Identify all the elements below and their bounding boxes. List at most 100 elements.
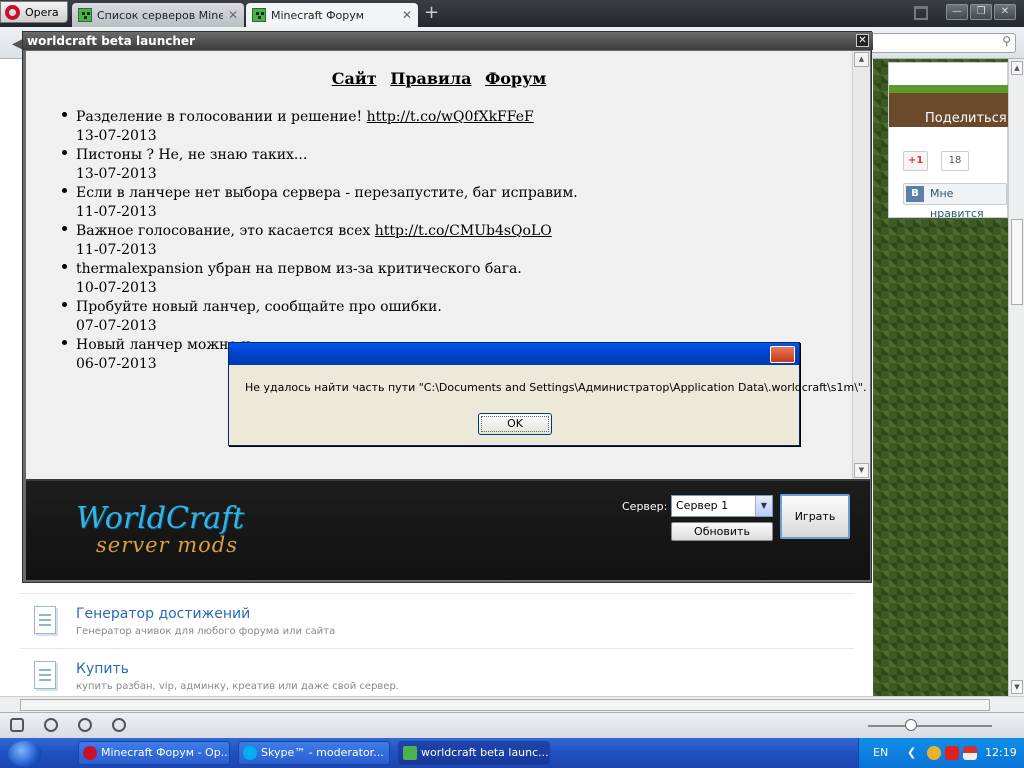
news-date: 07-07-2013 xyxy=(76,318,157,334)
scroll-up-icon[interactable]: ▲ xyxy=(1011,61,1023,75)
taskbar-button-launcher[interactable]: worldcraft beta launc... xyxy=(398,741,550,765)
page-horizontal-scrollbar[interactable] xyxy=(0,696,1024,712)
chevron-left-icon[interactable]: ❮ xyxy=(907,746,921,760)
list-item[interactable]: Купить купить разбан, vip, админку, креа… xyxy=(20,648,854,702)
tab-label: Minecraft Форум xyxy=(271,8,365,22)
restore-icon[interactable]: ❐ xyxy=(970,4,992,20)
launcher-window: worldcraft beta launcher ✕ Сайт Правила … xyxy=(22,31,873,583)
list-item[interactable]: Генератор достижений Генератор ачивок дл… xyxy=(20,593,854,647)
bullet-icon xyxy=(62,302,67,307)
bullet-icon xyxy=(62,264,67,269)
news-list: Разделение в голосовании и решение! http… xyxy=(62,108,846,374)
bullet-icon xyxy=(62,226,67,231)
panel-toggle-icon[interactable] xyxy=(10,718,24,732)
news-date: 11-07-2013 xyxy=(76,204,157,220)
news-item: thermalexpansion убран на первом из-за к… xyxy=(62,260,846,298)
document-icon xyxy=(34,661,56,689)
vk-icon: B xyxy=(906,186,924,202)
news-link[interactable]: http://t.co/CMUb4sQoLO xyxy=(375,223,552,239)
news-text: Пробуйте новый ланчер, сообщайте про оши… xyxy=(76,299,442,315)
item-title[interactable]: Генератор достижений xyxy=(76,606,250,622)
language-indicator[interactable]: EN xyxy=(873,746,888,759)
item-title[interactable]: Купить xyxy=(76,661,129,677)
share-label[interactable]: Поделиться xyxy=(925,111,1007,126)
news-text: Важное голосование, это касается всех xyxy=(76,223,375,239)
bullet-icon xyxy=(62,112,67,117)
opera-menu-button[interactable]: Opera xyxy=(0,1,68,23)
tab-server-list[interactable]: Список серверов Minecr... ✕ xyxy=(72,3,244,27)
refresh-button[interactable]: Обновить xyxy=(671,522,773,541)
cloud-icon[interactable] xyxy=(44,718,58,732)
tab-minecraft-forum[interactable]: Minecraft Форум ✕ xyxy=(246,3,418,27)
scroll-down-icon[interactable]: ▼ xyxy=(1011,680,1023,694)
news-text: thermalexpansion убран на первом из-за к… xyxy=(76,261,522,277)
bullet-icon xyxy=(62,150,67,155)
share-icon[interactable] xyxy=(78,718,92,732)
news-date: 10-07-2013 xyxy=(76,280,157,296)
tab-label: Список серверов Minecr... xyxy=(97,8,223,22)
creeper-icon xyxy=(403,746,417,760)
server-select-value: Сервер 1 xyxy=(676,499,729,512)
nav-link-forum[interactable]: Форум xyxy=(485,69,546,88)
nav-link-site[interactable]: Сайт xyxy=(332,69,377,88)
share-widget: Поделиться +1 18 B Мне нравится xyxy=(888,62,1009,220)
creeper-favicon-icon xyxy=(252,8,266,22)
zoom-slider[interactable] xyxy=(868,725,992,727)
scroll-thumb[interactable] xyxy=(20,699,990,711)
item-description: купить разбан, vip, админку, креатив или… xyxy=(76,681,399,692)
launcher-title-bar[interactable]: worldcraft beta launcher ✕ xyxy=(23,32,873,50)
launcher-title: worldcraft beta launcher xyxy=(27,34,195,48)
news-date: 11-07-2013 xyxy=(76,242,157,258)
google-plus-button[interactable]: +1 xyxy=(903,151,929,171)
worldcraft-logo-subtitle: server mods xyxy=(96,533,239,557)
tab-close-icon[interactable]: ✕ xyxy=(402,8,412,22)
system-tray: EN ❮ 12:19 xyxy=(858,738,1024,768)
search-field[interactable]: ⚲ xyxy=(868,33,1016,53)
speed-dial-icon[interactable] xyxy=(112,718,126,732)
antivirus-icon[interactable] xyxy=(945,746,959,760)
creeper-favicon-icon xyxy=(78,8,92,22)
start-button-icon[interactable] xyxy=(8,741,42,767)
launcher-footer: WorldCraft server mods Сервер: Сервер 1 … xyxy=(26,479,870,580)
play-button[interactable]: Играть xyxy=(780,494,850,539)
nav-link-rules[interactable]: Правила xyxy=(390,69,471,88)
scroll-up-icon[interactable]: ▲ xyxy=(854,52,869,67)
chrome-icon[interactable] xyxy=(927,746,941,760)
windows-taskbar: Minecraft Форум - Op... Skype™ - moderat… xyxy=(0,738,1024,768)
taskbar-button-label: worldcraft beta launc... xyxy=(421,746,549,759)
news-text: Новый ланчер можно н xyxy=(76,337,251,353)
new-tab-icon[interactable]: + xyxy=(424,4,439,22)
worldcraft-logo: WorldCraft xyxy=(76,501,245,536)
minimize-icon[interactable]: — xyxy=(946,4,968,20)
news-date: 13-07-2013 xyxy=(76,128,157,144)
vk-like-label: Мне нравится xyxy=(930,187,984,220)
page-vertical-scrollbar[interactable]: ▲ ▼ xyxy=(1008,59,1024,696)
error-dialog-title-bar[interactable] xyxy=(229,343,799,365)
scroll-thumb[interactable] xyxy=(1011,219,1023,305)
ok-button[interactable]: OK xyxy=(478,413,552,435)
taskbar-button-label: Skype™ - moderator... xyxy=(261,746,384,759)
close-icon[interactable] xyxy=(770,346,795,363)
scroll-down-icon[interactable]: ▼ xyxy=(854,463,869,478)
news-scrollbar[interactable]: ▲ ▼ xyxy=(852,51,870,479)
server-select[interactable]: Сервер 1 ▼ xyxy=(671,495,773,517)
vk-like-button[interactable]: B Мне нравится xyxy=(903,183,1007,220)
flag-icon[interactable] xyxy=(963,746,977,760)
close-icon[interactable]: ✕ xyxy=(856,34,869,47)
opera-menu-label: Opera xyxy=(25,5,59,19)
taskbar-button-skype[interactable]: Skype™ - moderator... xyxy=(238,741,390,765)
tab-close-icon[interactable]: ✕ xyxy=(228,8,238,22)
news-text: Если в ланчере нет выбора сервера - пере… xyxy=(76,185,578,201)
news-text: Разделение в голосовании и решение! xyxy=(76,109,367,125)
news-link[interactable]: http://t.co/wQ0fXkFFeF xyxy=(367,109,534,125)
zoom-slider-knob[interactable] xyxy=(905,719,917,731)
trash-icon[interactable] xyxy=(914,6,928,20)
bullet-icon xyxy=(62,188,67,193)
error-message: Не удалось найти часть пути "C:\Document… xyxy=(245,381,867,394)
close-window-icon[interactable]: ✕ xyxy=(994,4,1016,20)
chevron-down-icon[interactable]: ▼ xyxy=(755,496,772,516)
news-text: Пистоны ? Не, не знаю таких... xyxy=(76,147,308,163)
taskbar-button-opera[interactable]: Minecraft Форум - Op... xyxy=(78,741,230,765)
news-item: Пробуйте новый ланчер, сообщайте про оши… xyxy=(62,298,846,336)
news-date: 13-07-2013 xyxy=(76,166,157,182)
